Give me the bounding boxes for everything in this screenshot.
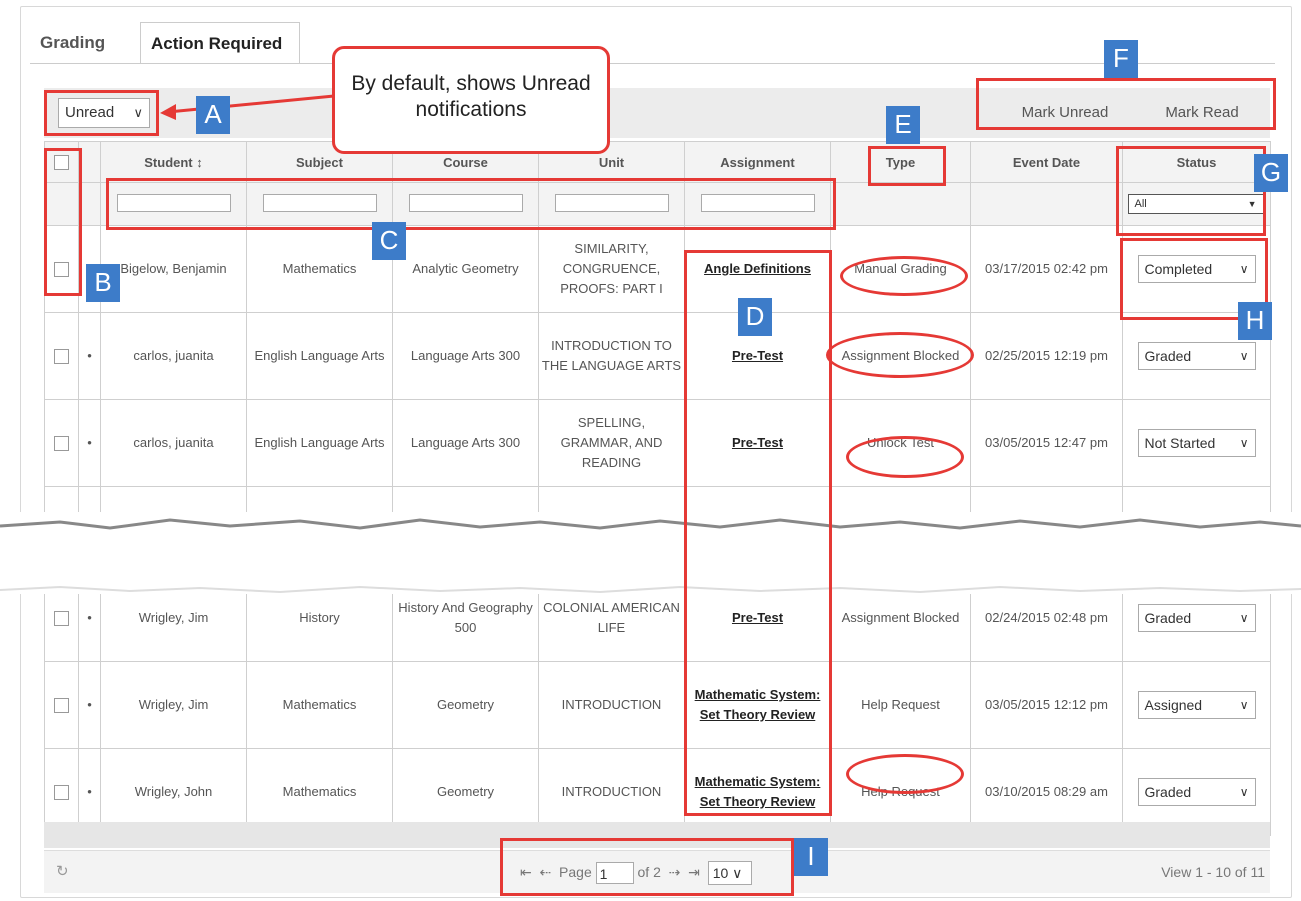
annotation-label-c: C: [372, 222, 406, 260]
annotation-label-e: E: [886, 106, 920, 144]
annotation-ring: [846, 436, 964, 478]
annotation-box-b: [44, 148, 82, 296]
annotation-box-a: [44, 90, 159, 136]
annotation-label-h: H: [1238, 302, 1272, 340]
annotation-box-e: [868, 146, 946, 186]
annotation-label-g: G: [1254, 154, 1288, 192]
annotation-label-b: B: [86, 264, 120, 302]
annotation-box-c: [106, 178, 836, 230]
annotation-label-f: F: [1104, 40, 1138, 78]
annotation-ring: [840, 256, 968, 296]
annotation-ring: [826, 332, 974, 378]
annotation-box-i: [500, 838, 794, 896]
annotation-box-f: [976, 78, 1276, 130]
annotation-label-i: I: [794, 838, 828, 876]
annotation-label-a: A: [196, 96, 230, 134]
annotation-ring: [846, 754, 964, 794]
annotation-label-d: D: [738, 298, 772, 336]
annotation-arrow: [160, 94, 335, 120]
annotation-box-g: [1116, 146, 1266, 236]
